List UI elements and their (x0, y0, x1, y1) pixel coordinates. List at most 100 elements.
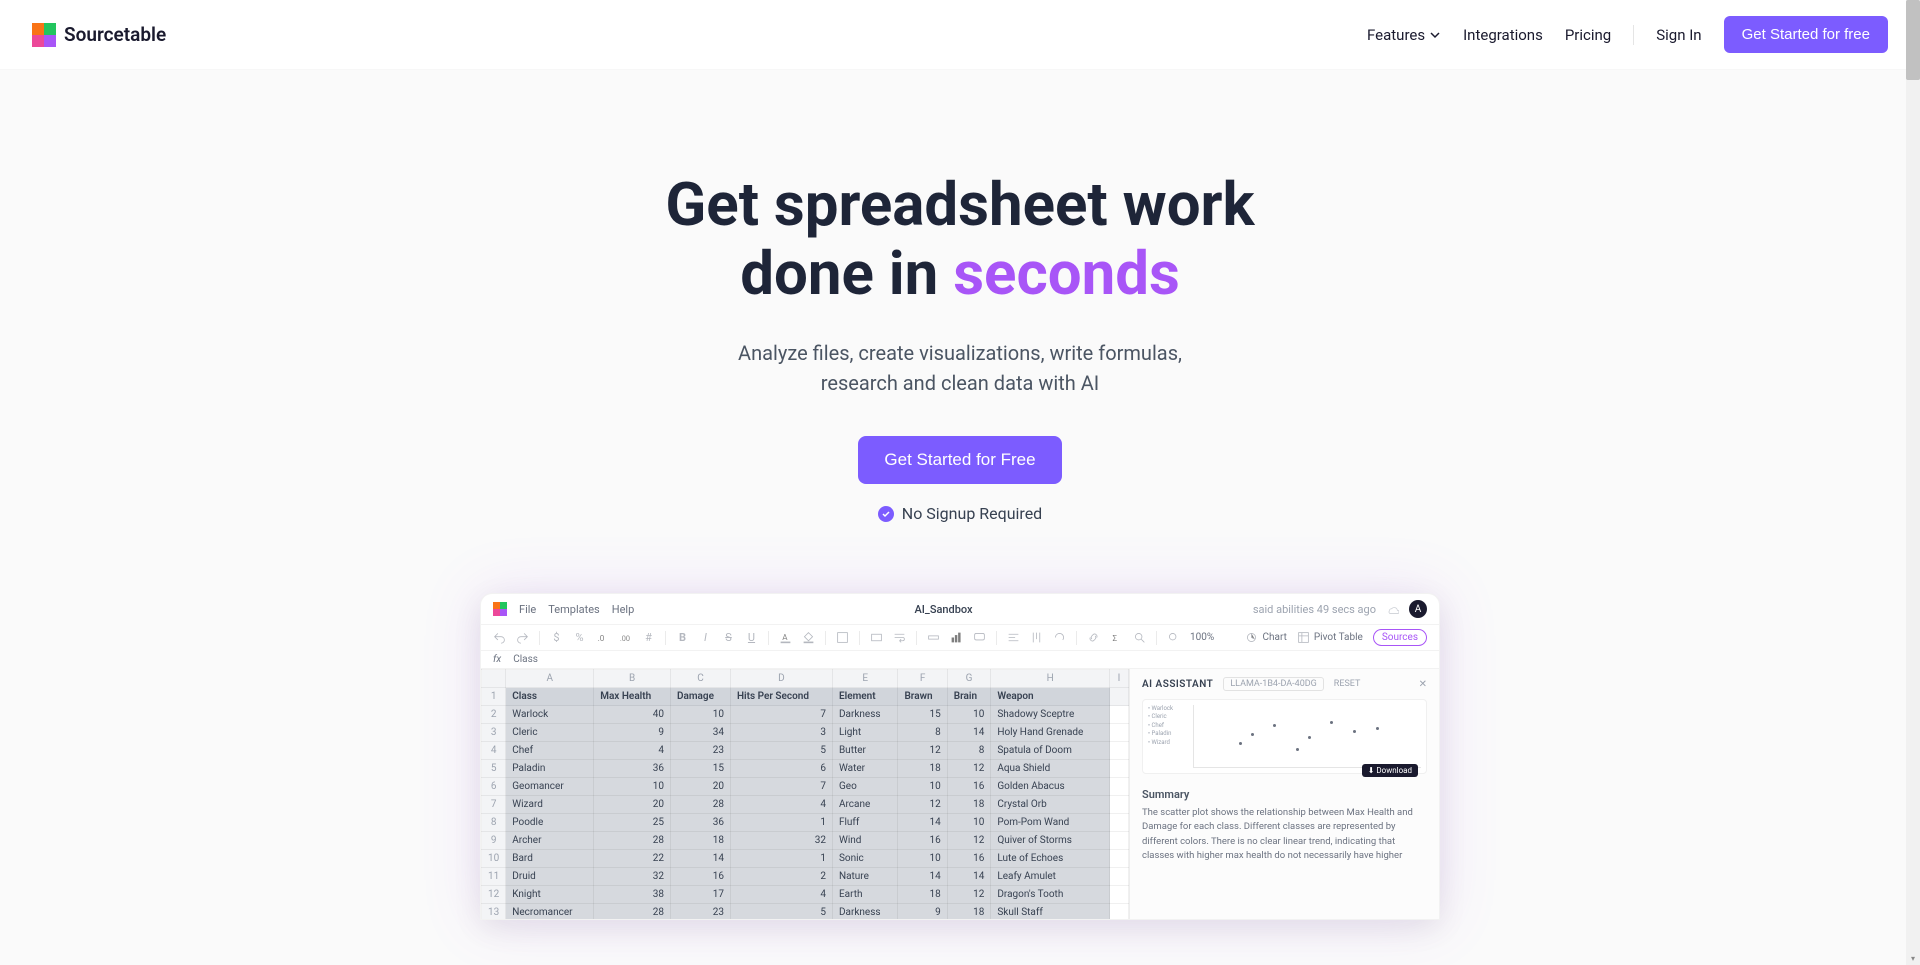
table-row[interactable]: 3Cleric9343Light814Holy Hand Grenade (482, 724, 1129, 742)
col-header[interactable]: F (898, 670, 947, 688)
merge-icon[interactable] (870, 631, 883, 644)
table-cell[interactable]: Warlock (506, 706, 594, 724)
fill-color-icon[interactable] (802, 631, 815, 644)
col-header[interactable]: I (1110, 670, 1129, 688)
table-cell[interactable]: 9 (594, 724, 671, 742)
table-cell[interactable]: Chef (506, 742, 594, 760)
table-cell[interactable]: Shadowy Sceptre (991, 706, 1110, 724)
row-number[interactable]: 2 (482, 706, 506, 724)
insert-row-icon[interactable] (927, 631, 940, 644)
col-header[interactable]: A (506, 670, 594, 688)
table-cell[interactable]: 20 (594, 796, 671, 814)
table-header-cell[interactable]: Max Health (594, 688, 671, 706)
ai-model-selector[interactable]: LLAMA-1B4-DA-40DG (1223, 677, 1323, 691)
row-number[interactable]: 11 (482, 868, 506, 886)
download-button[interactable]: ⬇ Download (1362, 764, 1418, 777)
table-cell[interactable]: 3 (730, 724, 832, 742)
hero-cta-button[interactable]: Get Started for Free (858, 436, 1061, 484)
table-cell[interactable]: 16 (947, 778, 991, 796)
row-number[interactable]: 6 (482, 778, 506, 796)
table-cell[interactable]: Butter (832, 742, 897, 760)
table-cell[interactable]: 17 (670, 886, 730, 904)
col-header[interactable]: E (832, 670, 897, 688)
table-row[interactable]: 11Druid32162Nature1414Leafy Amulet (482, 868, 1129, 886)
table-cell[interactable]: 25 (594, 814, 671, 832)
table-cell[interactable]: Bard (506, 850, 594, 868)
table-row[interactable]: 12Knight38174Earth1812Dragon's Tooth (482, 886, 1129, 904)
table-cell[interactable]: 32 (594, 868, 671, 886)
table-cell[interactable]: 5 (730, 904, 832, 920)
table-row[interactable]: 8Poodle25361Fluff1410Pom-Pom Wand (482, 814, 1129, 832)
table-cell[interactable]: 10 (947, 706, 991, 724)
table-row[interactable]: 9Archer281832Wind1612Quiver of Storms (482, 832, 1129, 850)
user-avatar[interactable]: A (1409, 600, 1427, 618)
table-cell[interactable]: 6 (730, 760, 832, 778)
rotate-icon[interactable] (1053, 631, 1066, 644)
row-number[interactable]: 13 (482, 904, 506, 920)
insert-chart-icon[interactable] (950, 631, 963, 644)
table-header-cell[interactable]: Class (506, 688, 594, 706)
table-cell[interactable]: 10 (947, 814, 991, 832)
menu-help[interactable]: Help (612, 603, 635, 616)
table-cell[interactable]: 12 (947, 760, 991, 778)
table-cell[interactable]: Holy Hand Grenade (991, 724, 1110, 742)
header-cta-button[interactable]: Get Started for free (1724, 16, 1888, 53)
decimal-decrease-icon[interactable]: .0 (596, 631, 609, 644)
currency-icon[interactable]: $ (550, 631, 563, 644)
table-cell[interactable]: 10 (898, 778, 947, 796)
table-header-cell[interactable]: Brain (947, 688, 991, 706)
italic-icon[interactable]: I (699, 631, 712, 644)
table-cell[interactable]: Pom-Pom Wand (991, 814, 1110, 832)
table-cell[interactable]: Golden Abacus (991, 778, 1110, 796)
table-cell[interactable]: 36 (670, 814, 730, 832)
table-cell[interactable]: 34 (670, 724, 730, 742)
text-color-icon[interactable]: A (779, 631, 792, 644)
col-header[interactable]: D (730, 670, 832, 688)
table-cell[interactable]: Spatula of Doom (991, 742, 1110, 760)
table-cell[interactable]: Quiver of Storms (991, 832, 1110, 850)
table-cell[interactable]: Druid (506, 868, 594, 886)
col-header[interactable]: B (594, 670, 671, 688)
table-cell[interactable]: 10 (898, 850, 947, 868)
spreadsheet-table[interactable]: ABCDEFGHI1ClassMax HealthDamageHits Per … (481, 669, 1129, 919)
table-cell[interactable]: 7 (730, 706, 832, 724)
table-cell[interactable]: Wizard (506, 796, 594, 814)
table-cell[interactable]: Necromancer (506, 904, 594, 920)
col-header[interactable]: G (947, 670, 991, 688)
table-header-cell[interactable]: Hits Per Second (730, 688, 832, 706)
table-row[interactable]: 5Paladin36156Water1812Aqua Shield (482, 760, 1129, 778)
row-number[interactable]: 7 (482, 796, 506, 814)
table-cell[interactable]: Archer (506, 832, 594, 850)
table-cell[interactable]: Geomancer (506, 778, 594, 796)
table-cell[interactable]: 32 (730, 832, 832, 850)
wrap-icon[interactable] (893, 631, 906, 644)
table-cell[interactable]: Arcane (832, 796, 897, 814)
table-cell[interactable]: 12 (898, 796, 947, 814)
table-cell[interactable]: Aqua Shield (991, 760, 1110, 778)
hash-icon[interactable]: # (642, 631, 655, 644)
ai-reset-button[interactable]: RESET (1334, 679, 1361, 689)
valign-icon[interactable] (1030, 631, 1043, 644)
table-cell[interactable]: 36 (594, 760, 671, 778)
table-cell[interactable]: 1 (730, 814, 832, 832)
row-number[interactable]: 10 (482, 850, 506, 868)
table-cell[interactable]: 8 (947, 742, 991, 760)
nav-signin[interactable]: Sign In (1656, 26, 1701, 44)
pivot-button[interactable]: Pivot Table (1297, 631, 1363, 644)
formula-value[interactable]: Class (513, 654, 538, 665)
nav-features[interactable]: Features (1367, 26, 1441, 44)
table-cell[interactable]: 9 (898, 904, 947, 920)
table-cell[interactable]: Darkness (832, 904, 897, 920)
table-cell[interactable]: 14 (898, 868, 947, 886)
table-cell[interactable]: 16 (947, 850, 991, 868)
menu-file[interactable]: File (519, 603, 536, 616)
chart-thumbnail[interactable]: • Warlock• Cleric• Chef• Paladin• Wizard (1142, 699, 1427, 774)
table-cell[interactable]: Dragon's Tooth (991, 886, 1110, 904)
table-cell[interactable]: 16 (670, 868, 730, 886)
borders-icon[interactable] (836, 631, 849, 644)
logo[interactable]: Sourcetable (32, 23, 166, 47)
table-cell[interactable]: 12 (898, 742, 947, 760)
strikethrough-icon[interactable]: S (722, 631, 735, 644)
table-cell[interactable]: 20 (670, 778, 730, 796)
table-cell[interactable]: 18 (898, 760, 947, 778)
